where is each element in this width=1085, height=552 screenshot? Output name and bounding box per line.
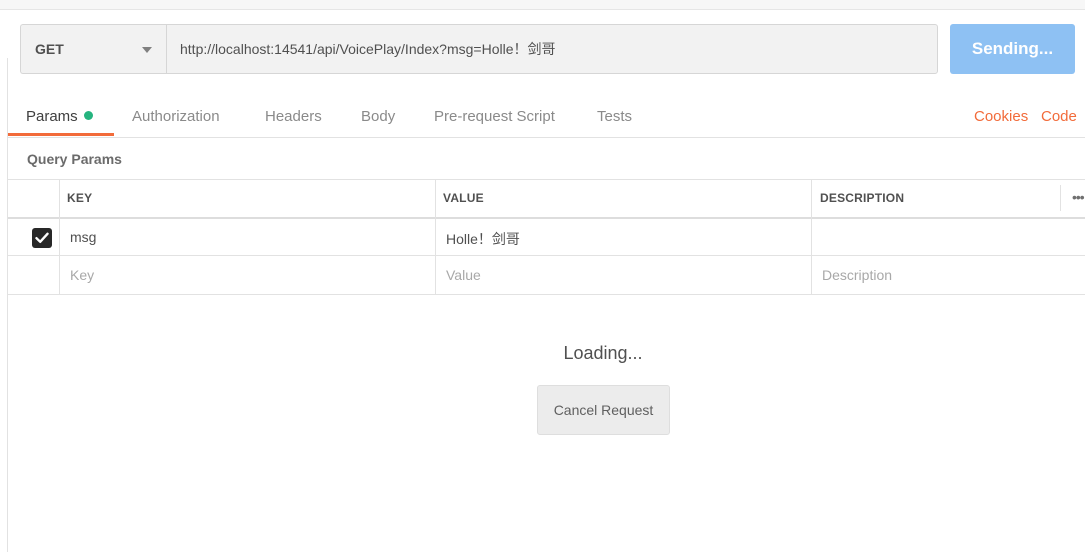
cancel-request-button[interactable]: Cancel Request bbox=[537, 385, 670, 435]
new-value-input[interactable]: Value bbox=[446, 267, 481, 283]
param-key-cell[interactable]: msg bbox=[70, 229, 96, 245]
params-indicator-dot bbox=[83, 111, 93, 120]
tab-headers[interactable]: Headers bbox=[265, 108, 322, 125]
column-divider bbox=[811, 179, 812, 295]
chevron-down-icon bbox=[142, 47, 152, 53]
column-divider bbox=[1060, 185, 1061, 211]
active-tab-underline bbox=[8, 133, 114, 136]
column-header-value: VALUE bbox=[443, 191, 484, 205]
tab-pre-request-script[interactable]: Pre-request Script bbox=[434, 108, 555, 125]
tab-body[interactable]: Body bbox=[361, 108, 395, 125]
table-header-border bbox=[8, 217, 1085, 219]
cancel-request-label: Cancel Request bbox=[553, 402, 654, 418]
table-top-border bbox=[8, 179, 1085, 180]
previous-content-strip bbox=[0, 0, 1085, 10]
column-header-description: DESCRIPTION bbox=[820, 191, 905, 205]
tabs-divider bbox=[8, 137, 1085, 138]
param-enabled-checkbox[interactable] bbox=[32, 228, 52, 248]
new-description-input[interactable]: Description bbox=[822, 267, 892, 283]
column-header-key: KEY bbox=[67, 191, 93, 205]
tab-authorization[interactable]: Authorization bbox=[132, 108, 220, 125]
param-description-cell[interactable] bbox=[822, 229, 1052, 249]
url-text: http://localhost:14541/api/VoicePlay/Ind… bbox=[180, 41, 556, 57]
send-button-label: Sending... bbox=[971, 39, 1054, 58]
table-row-border bbox=[8, 255, 1085, 256]
loading-text: Loading... bbox=[563, 343, 643, 363]
code-link[interactable]: Code bbox=[1041, 108, 1077, 125]
url-input[interactable]: http://localhost:14541/api/VoicePlay/Ind… bbox=[166, 24, 938, 74]
cookies-link[interactable]: Cookies bbox=[974, 108, 1028, 125]
new-key-input[interactable]: Key bbox=[70, 267, 94, 283]
more-options-icon[interactable]: ••• bbox=[1072, 189, 1085, 205]
table-bottom-border bbox=[8, 294, 1085, 295]
query-params-table: KEY VALUE DESCRIPTION ••• msg Holle！剑哥 K… bbox=[8, 179, 1085, 295]
tab-params[interactable]: Params bbox=[26, 108, 93, 125]
tab-tests[interactable]: Tests bbox=[597, 108, 632, 125]
param-value-cell[interactable]: Holle！剑哥 bbox=[446, 229, 520, 249]
tab-params-label: Params bbox=[26, 108, 78, 125]
column-divider bbox=[435, 179, 436, 295]
method-label: GET bbox=[35, 41, 64, 57]
checkmark-icon bbox=[35, 232, 49, 243]
method-select[interactable]: GET bbox=[20, 24, 166, 74]
send-button[interactable]: Sending... bbox=[950, 24, 1075, 74]
query-params-title: Query Params bbox=[27, 151, 122, 167]
postman-request-view: GET http://localhost:14541/api/VoicePlay… bbox=[0, 0, 1085, 552]
column-divider bbox=[59, 179, 60, 295]
